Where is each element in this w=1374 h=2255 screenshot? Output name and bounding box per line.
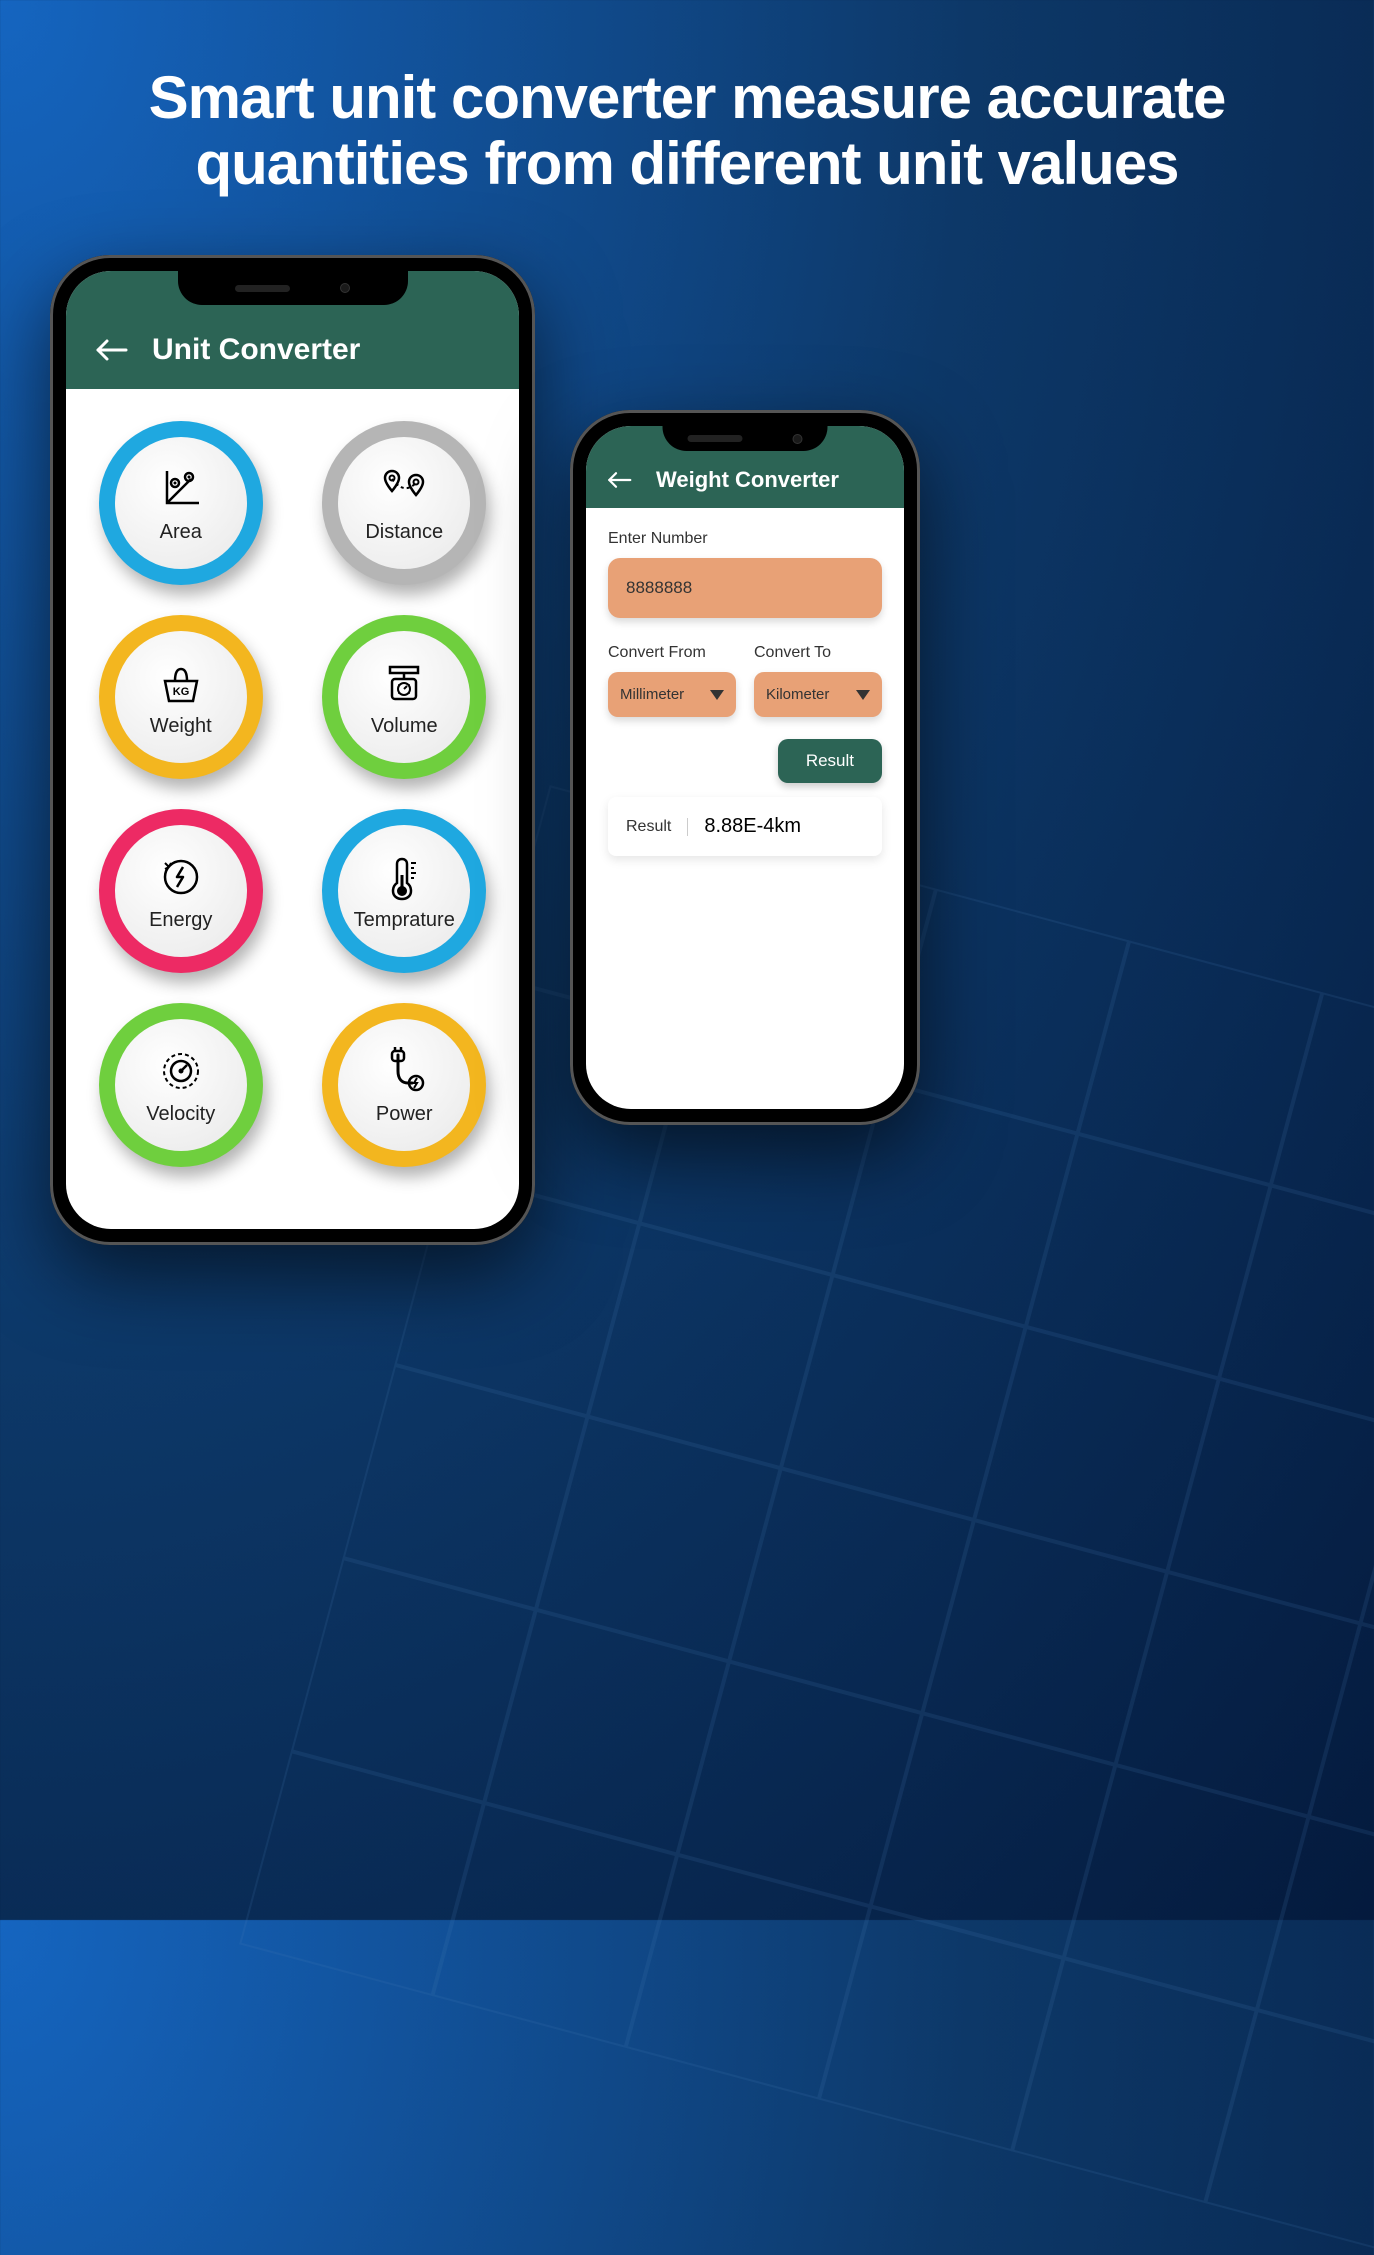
result-value: 8.88E-4km: [688, 815, 801, 838]
category-volume[interactable]: Volume: [318, 615, 492, 779]
power-icon: [378, 1045, 430, 1097]
category-label: Distance: [365, 521, 443, 544]
phone-mockup-main: Unit Converter Area Distance KG Weight Volum…: [50, 255, 535, 1245]
category-label: Volume: [371, 715, 438, 738]
chevron-down-icon: [710, 690, 724, 700]
enter-number-label: Enter Number: [608, 530, 882, 548]
convert-from-select[interactable]: Millimeter: [608, 672, 736, 717]
svg-text:KG: KG: [173, 686, 190, 698]
back-arrow-icon[interactable]: [94, 338, 128, 362]
category-label: Power: [376, 1103, 433, 1126]
result-button[interactable]: Result: [778, 739, 882, 783]
page-title: Weight Converter: [656, 467, 839, 493]
velocity-icon: [155, 1045, 207, 1097]
category-area[interactable]: Area: [94, 421, 268, 585]
category-label: Temprature: [354, 909, 455, 932]
area-icon: [155, 463, 207, 515]
chevron-down-icon: [856, 690, 870, 700]
number-input[interactable]: 8888888: [608, 558, 882, 618]
convert-from-value: Millimeter: [620, 686, 684, 703]
category-label: Weight: [150, 715, 212, 738]
distance-icon: [378, 463, 430, 515]
back-arrow-icon[interactable]: [606, 471, 632, 489]
convert-to-select[interactable]: Kilometer: [754, 672, 882, 717]
weight-icon: KG: [155, 657, 207, 709]
page-title: Unit Converter: [152, 333, 360, 367]
category-weight[interactable]: KG Weight: [94, 615, 268, 779]
category-temprature[interactable]: Temprature: [318, 809, 492, 973]
category-label: Area: [160, 521, 202, 544]
convert-to-value: Kilometer: [766, 686, 829, 703]
result-label: Result: [626, 818, 688, 836]
category-distance[interactable]: Distance: [318, 421, 492, 585]
category-label: Velocity: [146, 1103, 215, 1126]
result-display: Result 8.88E-4km: [608, 797, 882, 856]
energy-icon: [155, 851, 207, 903]
convert-to-label: Convert To: [754, 644, 882, 662]
category-power[interactable]: Power: [318, 1003, 492, 1167]
temprature-icon: [378, 851, 430, 903]
marketing-headline: Smart unit converter measure accurate qu…: [0, 65, 1374, 197]
volume-icon: [378, 657, 430, 709]
category-energy[interactable]: Energy: [94, 809, 268, 973]
convert-from-label: Convert From: [608, 644, 736, 662]
category-label: Energy: [149, 909, 212, 932]
category-velocity[interactable]: Velocity: [94, 1003, 268, 1167]
phone-mockup-converter: Weight Converter Enter Number 8888888 Co…: [570, 410, 920, 1125]
